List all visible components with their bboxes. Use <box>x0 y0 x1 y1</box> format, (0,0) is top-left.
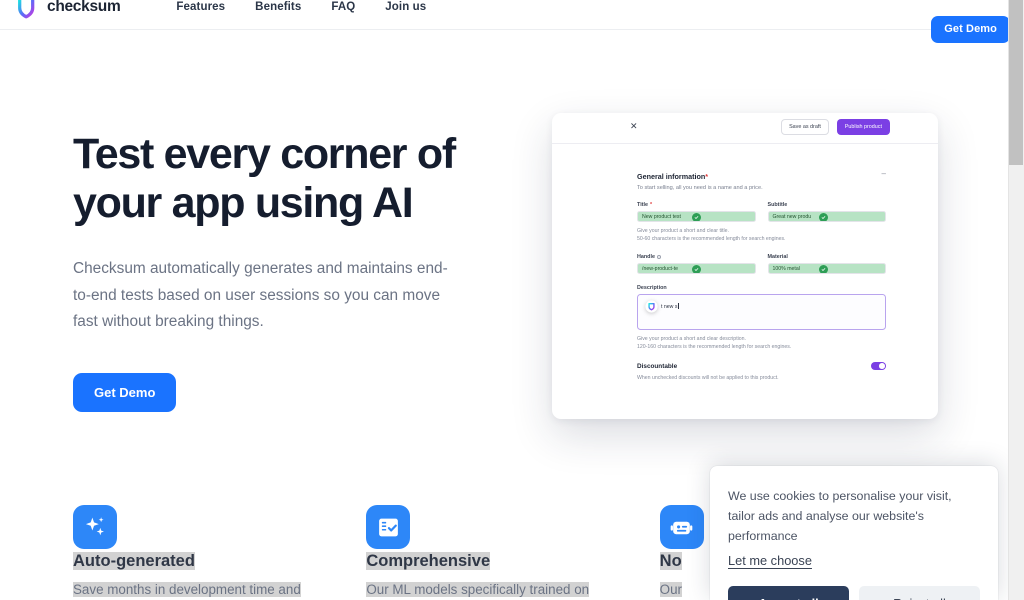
page-scrollbar-track[interactable] <box>1008 0 1024 600</box>
feature-card-auto-generated: Auto-generated Save months in developmen… <box>73 505 366 600</box>
checksum-logo-icon <box>18 0 35 18</box>
cookie-consent-banner: We use cookies to personalise your visit… <box>710 466 998 600</box>
desc-help-line2: 120-160 characters is the recommended le… <box>637 344 792 351</box>
publish-product-button[interactable]: Publish product <box>836 119 890 135</box>
check-circle-icon <box>692 213 701 221</box>
checksum-cursor-icon <box>645 300 658 313</box>
title-input[interactable]: New product test <box>637 211 756 222</box>
feature-card-comprehensive: Comprehensive Our ML models specifically… <box>366 505 659 600</box>
material-input[interactable]: 100% metal <box>767 263 886 275</box>
cookie-actions: Accept all Reject all <box>728 586 980 600</box>
section-title-text: General information <box>637 172 706 181</box>
desc-help-line1: Give your product a short and clear desc… <box>637 336 746 343</box>
title-help-line1: Give your product a short and clear titl… <box>637 228 729 234</box>
form-row-title-subtitle: Title* New product test Subtitle Great <box>637 202 886 222</box>
check-circle-icon <box>818 213 828 221</box>
description-value: t new s <box>661 303 679 310</box>
nav-item-join-us[interactable]: Join us <box>385 1 426 13</box>
sparkles-icon <box>73 505 117 549</box>
page-scrollbar-thumb[interactable] <box>1009 0 1023 165</box>
robot-icon <box>659 505 704 549</box>
label-text: Handle <box>637 254 655 261</box>
reject-all-button[interactable]: Reject all <box>859 586 980 600</box>
required-asterisk: * <box>705 172 709 181</box>
subtitle-input[interactable]: Great new produ <box>767 211 886 222</box>
nav-item-features[interactable]: Features <box>176 1 225 13</box>
let-me-choose-link[interactable]: Let me choose <box>728 553 812 568</box>
field-title-label: Title * <box>637 202 756 208</box>
hero-section: Test every corner of your app using AI C… <box>73 130 493 413</box>
brand-logo[interactable]: checksum <box>14 0 121 20</box>
nav-item-benefits[interactable]: Benefits <box>255 1 301 13</box>
hero-get-demo-button[interactable]: Get Demo <box>73 373 177 413</box>
feature-title: No <box>659 552 682 570</box>
feature-title: Comprehensive <box>366 552 491 570</box>
close-icon[interactable]: ✕ <box>630 122 638 131</box>
required-asterisk: * <box>649 202 653 208</box>
general-information-header: General information* – <box>637 170 886 182</box>
nav-links: Features Benefits FAQ Join us <box>176 1 426 13</box>
field-title: Title * New product test <box>637 202 756 222</box>
feature-description: Save months in development time and help <box>73 581 301 600</box>
accept-all-button[interactable]: Accept all <box>728 586 849 600</box>
field-description-label: Description <box>637 285 667 292</box>
discountable-row: Discountable <box>637 362 886 371</box>
nav-item-faq[interactable]: FAQ <box>331 1 355 13</box>
description-textarea[interactable]: t new s <box>637 294 886 331</box>
clipboard-check-icon <box>366 505 411 549</box>
save-as-draft-button[interactable]: Save as draft <box>781 119 829 135</box>
product-form-mockup: ✕ Save as draft Publish product General … <box>552 113 938 419</box>
check-circle-icon <box>692 265 701 274</box>
form-row-handle-material: Handle /new-product-te Material 100% met… <box>637 254 887 275</box>
label-text: Title <box>637 202 648 208</box>
section-title: General information* <box>637 172 708 181</box>
site-navbar: checksum Features Benefits FAQ Join us <box>0 0 1008 30</box>
check-circle-icon <box>818 265 828 274</box>
handle-input-value: /new-product-te <box>642 265 679 272</box>
cookie-message: We use cookies to personalise your visit… <box>728 489 952 544</box>
material-input-value: 100% metal <box>772 265 800 272</box>
brand-name: checksum <box>47 0 121 15</box>
page-root: checksum Features Benefits FAQ Join us G… <box>0 0 1024 600</box>
field-material: Material 100% metal <box>767 254 887 275</box>
discountable-toggle[interactable] <box>871 362 886 371</box>
nav-get-demo-button[interactable]: Get Demo <box>931 16 1010 43</box>
feature-description: Our <box>659 581 682 597</box>
hero-title: Test every corner of your app using AI <box>73 130 456 228</box>
description-text: t new s <box>661 304 678 311</box>
label-text: Material <box>767 254 788 261</box>
text-caret <box>677 303 679 310</box>
hero-subtitle: Checksum automatically generates and mai… <box>73 260 448 330</box>
title-help-line2: 50-60 characters is the recommended leng… <box>637 236 786 243</box>
title-input-value: New product test <box>642 213 681 220</box>
discountable-help: When unchecked discounts will not be app… <box>637 375 779 382</box>
feature-description: Our ML models specifically trained on yo… <box>366 581 590 600</box>
info-icon[interactable] <box>656 254 662 260</box>
handle-input[interactable]: /new-product-te <box>637 263 756 275</box>
feature-title: Auto-generated <box>73 552 195 570</box>
field-subtitle: Subtitle Great new produ <box>767 202 887 222</box>
subtitle-input-value: Great new produ <box>772 213 812 220</box>
mockup-topbar: ✕ Save as draft Publish product <box>552 113 938 144</box>
field-material-label: Material <box>768 254 887 260</box>
mockup-body: General information* – To start selling,… <box>552 144 938 381</box>
field-handle-label: Handle <box>637 254 756 260</box>
minus-icon[interactable]: – <box>882 170 886 178</box>
field-subtitle-label: Subtitle <box>768 202 887 208</box>
discountable-label: Discountable <box>637 362 678 370</box>
mockup-topbar-actions: Save as draft Publish product <box>781 119 890 135</box>
section-description: To start selling, all you need is a name… <box>637 185 763 191</box>
field-handle: Handle /new-product-te <box>637 254 756 275</box>
label-text: Subtitle <box>767 202 788 208</box>
